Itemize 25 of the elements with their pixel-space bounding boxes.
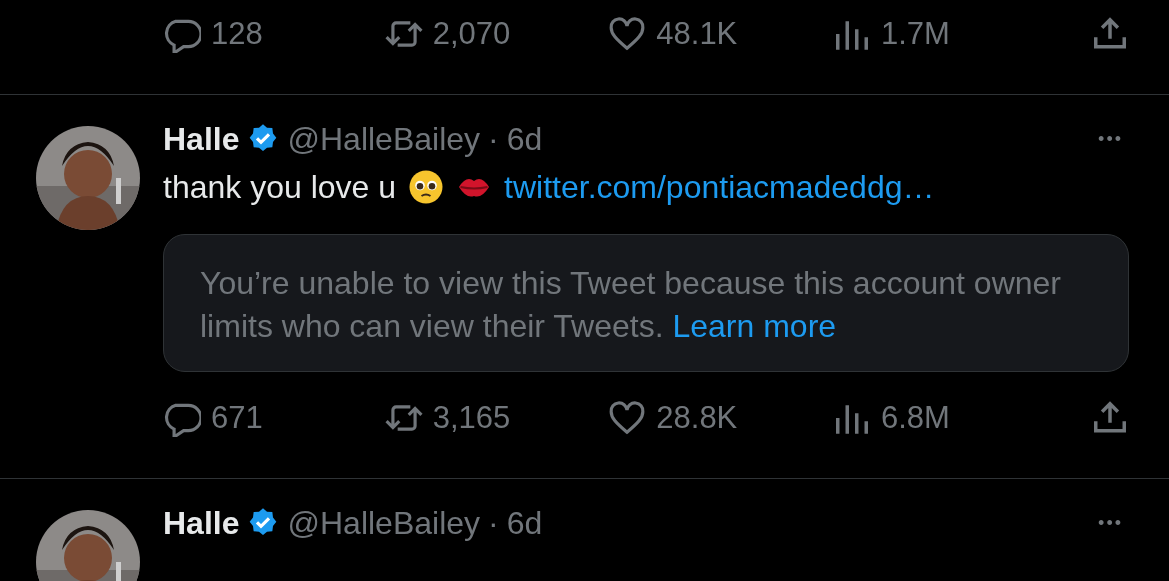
tweet-link[interactable]: twitter.com/pontiacmadeddg… — [504, 168, 935, 206]
views-button[interactable]: 1.7M — [832, 15, 1091, 53]
post-time: 6d — [506, 504, 543, 542]
views-button[interactable]: 6.8M — [832, 399, 1091, 437]
pleading-face-icon — [408, 169, 445, 205]
retweet-button[interactable]: 2,070 — [384, 15, 609, 53]
tweet-text: thank you love u — [163, 168, 397, 206]
heart-icon — [608, 399, 647, 437]
like-button[interactable]: 48.1K — [608, 15, 833, 53]
reply-button[interactable]: 128 — [163, 15, 385, 53]
more-button[interactable]: ••• — [1092, 511, 1129, 535]
notice-text: You’re unable to view this Tweet because this account owner limits who can view their Tweets. Learn more — [200, 265, 1061, 344]
like-button[interactable]: 28.8K — [608, 399, 833, 437]
reply-button[interactable]: 671 — [163, 399, 385, 437]
separator-dot: · — [488, 120, 499, 158]
user-handle: @HalleBailey — [287, 504, 481, 542]
more-button[interactable]: ••• — [1092, 127, 1129, 151]
retweet-button[interactable]: 3,165 — [384, 399, 609, 437]
author-name: Halle — [163, 504, 240, 542]
separator-dot: · — [488, 504, 499, 542]
learn-more-link[interactable]: Learn more — [672, 308, 837, 344]
heart-icon — [608, 15, 647, 53]
user-handle: @HalleBailey — [287, 120, 481, 158]
author-name: Halle — [163, 120, 240, 158]
post-time: 6d — [506, 120, 543, 158]
